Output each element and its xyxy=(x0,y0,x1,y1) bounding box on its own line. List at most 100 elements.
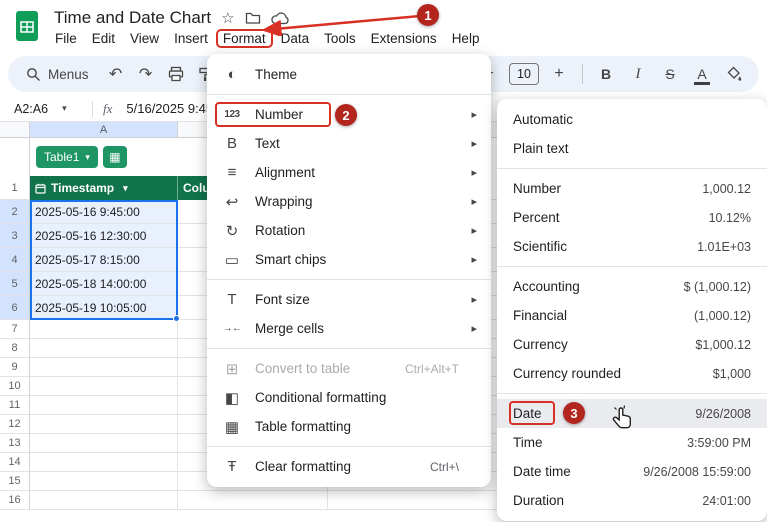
cell[interactable]: 2025-05-18 14:00:00 xyxy=(30,272,178,296)
submenu-arrow-icon: ▸ xyxy=(471,225,477,237)
number-menu-item-currency[interactable]: Currency $1,000.12 xyxy=(497,330,767,359)
menubar-item-insert[interactable]: Insert xyxy=(167,29,215,48)
row-header[interactable]: 7 xyxy=(0,320,30,339)
row-header[interactable]: 10 xyxy=(0,377,30,396)
increase-font-size-button[interactable]: + xyxy=(546,61,572,87)
menubar-item-view[interactable]: View xyxy=(123,29,166,48)
format-menu-item-font-size[interactable]: T Font size ▸ xyxy=(207,285,491,314)
format-menu-item-text[interactable]: B Text ▸ xyxy=(207,129,491,158)
document-title[interactable]: Time and Date Chart xyxy=(54,8,211,28)
submenu-arrow-icon: ▸ xyxy=(471,196,477,208)
cell[interactable]: 2025-05-16 9:45:00 xyxy=(30,200,178,224)
cell[interactable] xyxy=(30,415,178,434)
number-menu-item-number[interactable]: Number 1,000.12 xyxy=(497,174,767,203)
convert-to-table-icon: ⊞ xyxy=(225,360,239,378)
menu-item-label: Currency xyxy=(513,337,568,352)
row-header[interactable]: 9 xyxy=(0,358,30,377)
menu-item-sample-value: 9/26/2008 xyxy=(695,406,751,421)
cell[interactable] xyxy=(30,377,178,396)
cell[interactable] xyxy=(30,453,178,472)
number-menu-item-scientific[interactable]: Scientific 1.01E+03 xyxy=(497,232,767,261)
row-header[interactable]: 5 xyxy=(0,272,30,296)
cell[interactable] xyxy=(30,358,178,377)
row-header[interactable]: 11 xyxy=(0,396,30,415)
menubar-item-edit[interactable]: Edit xyxy=(85,29,122,48)
format-menu-item-merge-cells[interactable]: →← Merge cells ▸ xyxy=(207,314,491,343)
text-color-button[interactable]: A xyxy=(689,61,715,87)
row-header[interactable]: 15 xyxy=(0,472,30,491)
menu-item-label: Percent xyxy=(513,210,560,225)
menubar-item-help[interactable]: Help xyxy=(445,29,487,48)
cell[interactable]: 2025-05-16 12:30:00 xyxy=(30,224,178,248)
table-name-chip[interactable]: Table1 ▾ xyxy=(36,146,98,168)
menus-search-button[interactable]: Menus xyxy=(18,63,101,86)
number-menu-item-currency-rounded[interactable]: Currency rounded $1,000 xyxy=(497,359,767,388)
row-header[interactable]: 4 xyxy=(0,248,30,272)
column-header-a[interactable]: A xyxy=(30,122,178,138)
name-box[interactable]: A2:A6 ▾ xyxy=(0,102,92,116)
row-header[interactable]: 13 xyxy=(0,434,30,453)
font-size-input[interactable]: 10 xyxy=(509,63,539,85)
cell[interactable] xyxy=(178,491,328,510)
row-header[interactable]: 8 xyxy=(0,339,30,358)
number-menu-item-plain-text[interactable]: Plain text xyxy=(497,134,767,163)
number-menu-item-date-time[interactable]: Date time 9/26/2008 15:59:00 xyxy=(497,457,767,486)
print-button[interactable] xyxy=(163,61,189,87)
menu-item-label: Duration xyxy=(513,493,565,508)
menu-separator xyxy=(497,168,767,169)
bold-button[interactable]: B xyxy=(593,61,619,87)
menu-item-sample-value: (1,000.12) xyxy=(694,308,751,323)
row-header[interactable]: 1 xyxy=(0,176,30,200)
fill-color-button[interactable] xyxy=(721,61,747,87)
italic-button[interactable]: I xyxy=(625,61,651,87)
number-menu-item-percent[interactable]: Percent 10.12% xyxy=(497,203,767,232)
toolbar-divider xyxy=(582,64,583,84)
format-menu-item-wrapping[interactable]: ↩ Wrapping ▸ xyxy=(207,187,491,216)
redo-button[interactable]: ↷ xyxy=(133,61,159,87)
clear-formatting-icon: Ŧ xyxy=(227,458,237,475)
menu-item-label: Financial xyxy=(513,308,568,323)
cell[interactable]: 2025-05-17 8:15:00 xyxy=(30,248,178,272)
menu-item-sample-value: 3:59:00 PM xyxy=(687,435,751,450)
row-header[interactable]: 6 xyxy=(0,296,30,320)
cell[interactable] xyxy=(30,339,178,358)
cell[interactable] xyxy=(30,434,178,453)
menu-item-shortcut: Ctrl+\ xyxy=(429,459,459,474)
cell[interactable] xyxy=(30,491,178,510)
header-label: Timestamp xyxy=(51,181,115,195)
strikethrough-button[interactable]: S xyxy=(657,61,683,87)
row-header[interactable]: 2 xyxy=(0,200,30,224)
row-header[interactable]: 12 xyxy=(0,415,30,434)
table-options-button[interactable]: ▦ xyxy=(102,146,127,168)
number-menu-item-financial[interactable]: Financial (1,000.12) xyxy=(497,301,767,330)
row-header[interactable]: 3 xyxy=(0,224,30,248)
star-icon[interactable]: ☆ xyxy=(221,11,234,26)
cell[interactable]: 2025-05-19 10:05:00 xyxy=(30,296,178,320)
print-icon xyxy=(168,66,183,82)
row-header[interactable]: 14 xyxy=(0,453,30,472)
number-menu-item-time[interactable]: Time 3:59:00 PM xyxy=(497,428,767,457)
search-icon xyxy=(27,67,40,81)
format-menu-item-alignment[interactable]: ≡ Alignment ▸ xyxy=(207,158,491,187)
chevron-down-icon[interactable]: ▾ xyxy=(123,183,128,194)
merge-cells-icon: →← xyxy=(222,323,243,334)
format-menu-item-clear-formatting[interactable]: Ŧ Clear formatting Ctrl+\ ▸ xyxy=(207,452,491,481)
number-menu-item-accounting[interactable]: Accounting $ (1,000.12) xyxy=(497,272,767,301)
row-header[interactable]: 16 xyxy=(0,491,30,510)
submenu-arrow-icon: ▸ xyxy=(471,254,477,266)
format-menu-item-table-formatting[interactable]: ▦ Table formatting ▸ xyxy=(207,412,491,441)
cell[interactable] xyxy=(30,320,178,339)
table-header-timestamp[interactable]: Timestamp ▾ xyxy=(30,176,178,200)
format-menu-item-theme[interactable]: ◐ Theme ▸ xyxy=(207,60,491,89)
menubar-item-file[interactable]: File xyxy=(48,29,84,48)
cell[interactable] xyxy=(30,472,178,491)
select-all-corner[interactable] xyxy=(0,122,30,138)
format-menu-item-smart-chips[interactable]: ▭ Smart chips ▸ xyxy=(207,245,491,274)
undo-button[interactable]: ↶ xyxy=(103,61,129,87)
format-menu-item-convert-to-table[interactable]: ⊞ Convert to table Ctrl+Alt+T ▸ xyxy=(207,354,491,383)
cell[interactable] xyxy=(30,396,178,415)
number-menu-item-duration[interactable]: Duration 24:01:00 xyxy=(497,486,767,515)
number-menu-item-automatic[interactable]: Automatic xyxy=(497,105,767,134)
format-menu-item-conditional-formatting[interactable]: ◧ Conditional formatting ▸ xyxy=(207,383,491,412)
format-menu-item-rotation[interactable]: ↻ Rotation ▸ xyxy=(207,216,491,245)
